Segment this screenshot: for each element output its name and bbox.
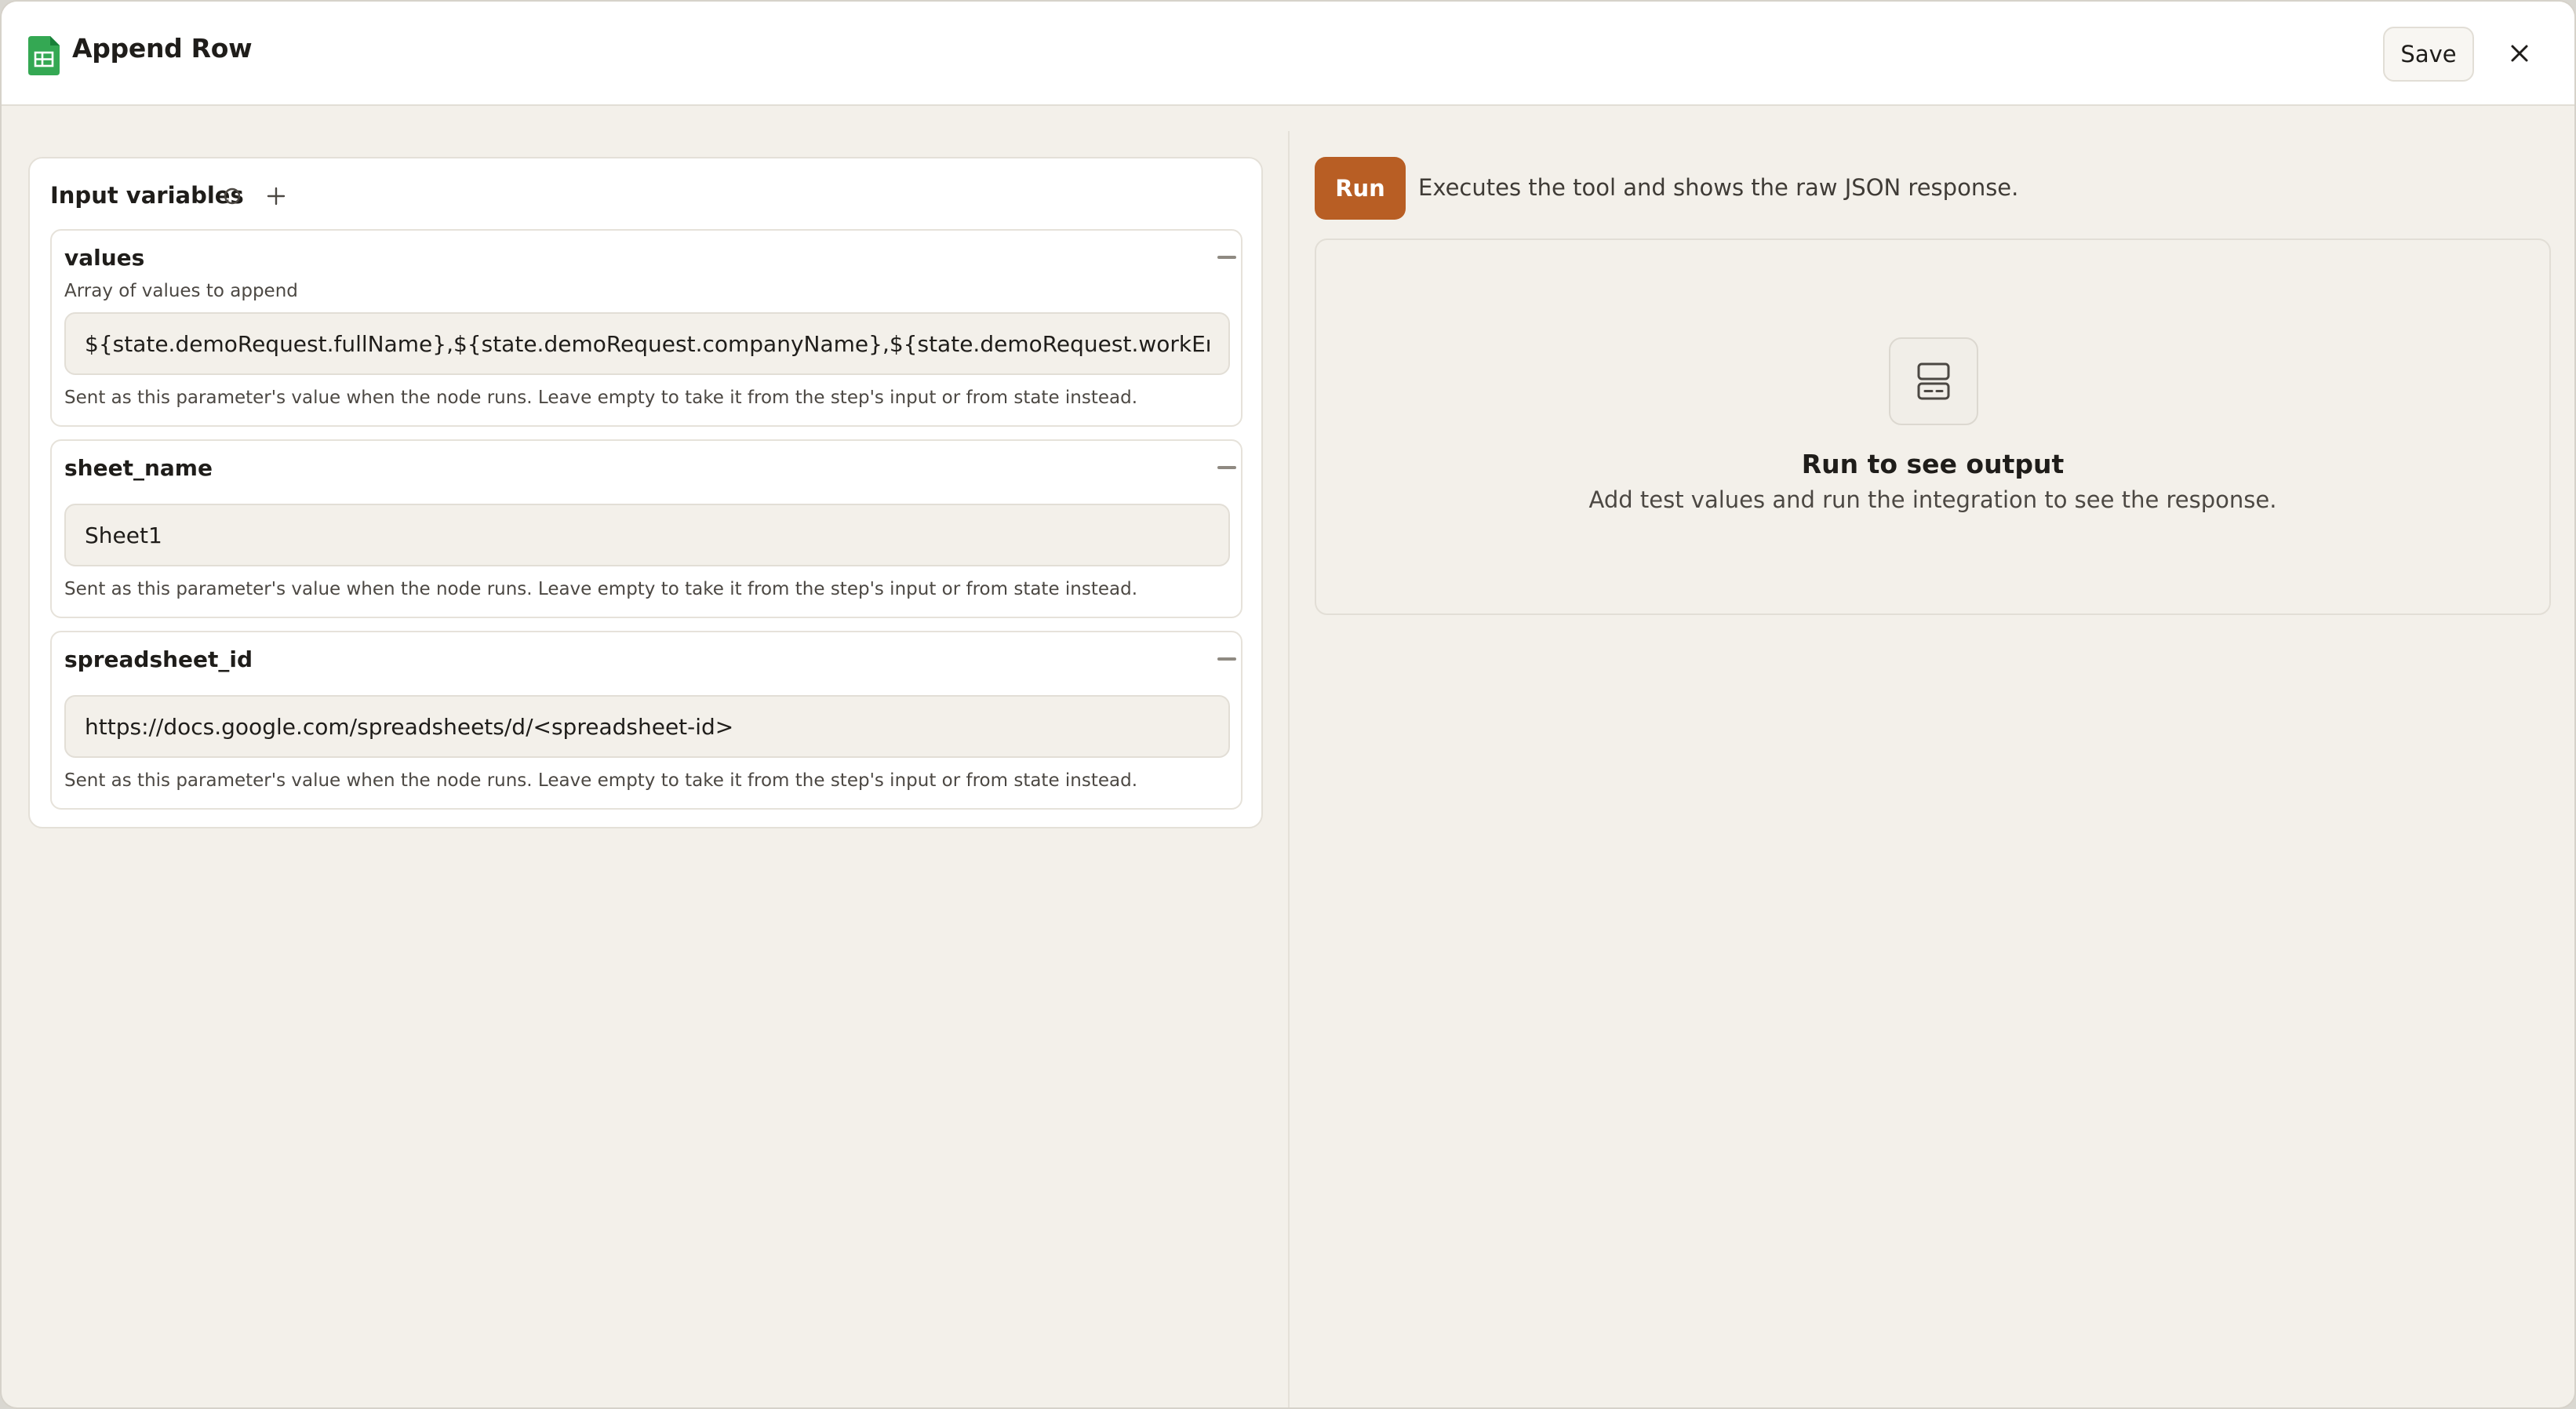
spreadsheet-id-input[interactable] bbox=[64, 695, 1230, 758]
save-button[interactable]: Save bbox=[2383, 27, 2474, 82]
modal-header: Append Row Save bbox=[2, 2, 2574, 106]
info-circle-icon[interactable] bbox=[221, 185, 243, 207]
output-subtitle: Add test values and run the integration … bbox=[1588, 486, 2277, 513]
modal-window: Append Row Save Input variables values A… bbox=[0, 0, 2576, 1409]
variable-description: Array of values to append bbox=[64, 281, 298, 301]
input-variables-panel: Input variables values Array of values t… bbox=[28, 157, 1263, 828]
variable-card-values: values Array of values to append Sent as… bbox=[50, 229, 1243, 427]
variable-card-sheet-name: sheet_name Sent as this parameter's valu… bbox=[50, 439, 1243, 618]
run-button[interactable]: Run bbox=[1315, 157, 1406, 220]
variable-hint: Sent as this parameter's value when the … bbox=[64, 579, 1138, 599]
plus-icon[interactable] bbox=[264, 184, 289, 209]
panel-divider bbox=[1288, 131, 1290, 1407]
variable-hint: Sent as this parameter's value when the … bbox=[64, 388, 1138, 408]
run-description: Executes the tool and shows the raw JSON… bbox=[1418, 174, 2019, 201]
minus-icon[interactable] bbox=[1217, 466, 1236, 469]
input-variables-title: Input variables bbox=[50, 182, 244, 209]
output-icon-container bbox=[1889, 337, 1978, 425]
variable-name: sheet_name bbox=[64, 455, 213, 481]
close-icon[interactable] bbox=[2502, 36, 2537, 71]
values-input[interactable] bbox=[64, 312, 1230, 375]
output-title: Run to see output bbox=[1801, 449, 2065, 479]
header-band bbox=[2, 106, 2574, 131]
variable-card-spreadsheet-id: spreadsheet_id Sent as this parameter's … bbox=[50, 631, 1243, 810]
google-sheets-icon bbox=[28, 36, 60, 75]
minus-icon[interactable] bbox=[1217, 657, 1236, 661]
page-title: Append Row bbox=[72, 33, 253, 64]
server-icon bbox=[1917, 362, 1950, 400]
sheet-name-input[interactable] bbox=[64, 504, 1230, 566]
variable-name: spreadsheet_id bbox=[64, 646, 253, 672]
output-panel: Run to see output Add test values and ru… bbox=[1315, 238, 2551, 615]
variable-hint: Sent as this parameter's value when the … bbox=[64, 770, 1138, 791]
minus-icon[interactable] bbox=[1217, 256, 1236, 259]
variable-name: values bbox=[64, 245, 145, 271]
